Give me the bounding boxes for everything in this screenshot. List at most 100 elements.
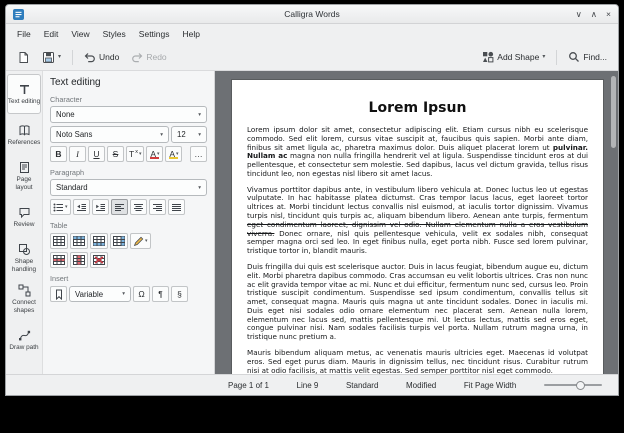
- delete-column-button[interactable]: [70, 252, 88, 268]
- undo-button[interactable]: Undo: [79, 47, 124, 67]
- insert-table-button[interactable]: [50, 233, 68, 249]
- line-indicator[interactable]: Line 9: [297, 381, 319, 390]
- script-dropdown-button[interactable]: Tx ▾: [126, 146, 144, 162]
- decrease-indent-button[interactable]: [73, 199, 90, 215]
- bullet-list-icon: [53, 203, 64, 212]
- find-label: Find...: [583, 52, 607, 62]
- redo-icon: [131, 52, 143, 63]
- titlebar[interactable]: Calligra Words ∨ ∧ ×: [6, 5, 618, 24]
- paragraph-style-combo[interactable]: Standard ▾: [50, 179, 207, 196]
- sidebar-tab-shape-handling[interactable]: Shape handling: [7, 238, 41, 278]
- bold-button[interactable]: B: [50, 146, 67, 162]
- menu-file[interactable]: File: [11, 27, 37, 41]
- document-title[interactable]: Lorem Ipsun: [247, 100, 588, 116]
- zoom-slider[interactable]: [544, 379, 602, 391]
- character-style-combo[interactable]: None ▾: [50, 106, 207, 123]
- document-paragraph[interactable]: Duis fringilla dui quis est scelerisque …: [247, 263, 588, 342]
- undo-label: Undo: [99, 52, 119, 62]
- document-body[interactable]: Lorem ipsum dolor sit amet, consectetur …: [247, 126, 588, 374]
- document-page[interactable]: Lorem Ipsun Lorem ipsum dolor sit amet, …: [231, 79, 604, 374]
- scrollbar-thumb[interactable]: [611, 76, 616, 148]
- insert-bookmark-button[interactable]: [50, 286, 67, 302]
- chevron-down-icon: ▾: [198, 112, 201, 118]
- insert-column-icon: [113, 236, 125, 246]
- document-paragraph[interactable]: Vivamus porttitor dapibus ante, in vesti…: [247, 186, 588, 256]
- align-center-button[interactable]: [130, 199, 147, 215]
- redo-button[interactable]: Redo: [126, 47, 171, 67]
- menu-help[interactable]: Help: [177, 27, 206, 41]
- zoom-slider-handle[interactable]: [576, 381, 585, 390]
- find-button[interactable]: Find...: [563, 47, 612, 67]
- font-color-button[interactable]: A ▾: [146, 146, 163, 162]
- insert-special-character-button[interactable]: Ω: [133, 286, 150, 302]
- modified-indicator: Modified: [406, 381, 436, 390]
- insert-page-break-button[interactable]: ¶: [152, 286, 169, 302]
- insert-section-label: Insert: [50, 274, 207, 283]
- delete-row-button[interactable]: [50, 252, 68, 268]
- save-button[interactable]: ▾: [37, 47, 66, 67]
- insert-row-above-icon: [73, 236, 85, 246]
- minimize-button[interactable]: ∨: [576, 10, 582, 19]
- undo-icon: [84, 52, 96, 63]
- strikethrough-button[interactable]: S: [107, 146, 124, 162]
- increase-indent-button[interactable]: [92, 199, 109, 215]
- sidebar-tab-draw-path[interactable]: Draw path: [7, 320, 41, 360]
- page-indicator[interactable]: Page 1 of 1: [228, 381, 269, 390]
- add-shape-button[interactable]: Add Shape ▾: [477, 47, 550, 67]
- menu-settings[interactable]: Settings: [133, 27, 176, 41]
- sidebar-tab-connect-shapes[interactable]: Connect shapes: [7, 279, 41, 319]
- document-viewport[interactable]: Lorem Ipsun Lorem ipsum dolor sit amet, …: [215, 71, 618, 374]
- zoom-mode-button[interactable]: Fit Page Width: [464, 381, 516, 390]
- align-left-button[interactable]: [111, 199, 128, 215]
- document-paragraph[interactable]: Mauris bibendum aliquam metus, ac venena…: [247, 349, 588, 374]
- align-left-icon: [114, 203, 125, 212]
- style-indicator[interactable]: Standard: [346, 381, 378, 390]
- document-paragraph[interactable]: Lorem ipsum dolor sit amet, consectetur …: [247, 126, 588, 179]
- new-document-button[interactable]: [12, 47, 35, 67]
- align-justify-icon: [171, 203, 182, 212]
- chevron-down-icon: ▾: [139, 151, 142, 157]
- align-right-button[interactable]: [149, 199, 166, 215]
- insert-variable-combo[interactable]: Variable ▾: [69, 286, 131, 302]
- menu-view[interactable]: View: [65, 27, 95, 41]
- close-button[interactable]: ×: [606, 10, 611, 19]
- superscript-x: x: [135, 149, 138, 155]
- delete-table-icon: [93, 255, 105, 265]
- align-justify-button[interactable]: [168, 199, 185, 215]
- main-content: Text editing References Page layout Revi…: [6, 71, 618, 374]
- list-style-dropdown-button[interactable]: ▾: [50, 199, 71, 215]
- sidebar-tab-page-layout[interactable]: Page layout: [7, 156, 41, 196]
- insert-row-below-button[interactable]: [90, 233, 108, 249]
- main-toolbar: ▾ Undo Redo Add Shape ▾: [6, 44, 618, 71]
- insert-section-button[interactable]: §: [171, 286, 188, 302]
- zoom-slider-track[interactable]: [544, 384, 602, 386]
- insert-row-above-button[interactable]: [70, 233, 88, 249]
- review-icon: [18, 206, 31, 219]
- insert-column-button[interactable]: [110, 233, 128, 249]
- delete-table-button[interactable]: [90, 252, 108, 268]
- draw-path-icon: [18, 329, 31, 342]
- more-character-options-button[interactable]: …: [190, 146, 207, 162]
- table-border-style-button[interactable]: ▾: [130, 233, 151, 249]
- menu-edit[interactable]: Edit: [38, 27, 65, 41]
- sidebar-tab-review[interactable]: Review: [7, 197, 41, 237]
- font-size-combo[interactable]: 12 ▾: [171, 126, 207, 143]
- delete-column-icon: [73, 255, 85, 265]
- insert-row-below-icon: [93, 236, 105, 246]
- statusbar: Page 1 of 1 Line 9 Standard Modified Fit…: [6, 374, 618, 395]
- vertical-scrollbar[interactable]: [611, 73, 616, 372]
- character-section-label: Character: [50, 95, 207, 104]
- underline-button[interactable]: U: [88, 146, 105, 162]
- highlight-color-button[interactable]: A ▾: [165, 146, 182, 162]
- bookmark-icon: [54, 289, 64, 300]
- sidebar-tab-references[interactable]: References: [7, 115, 41, 155]
- font-family-combo[interactable]: Noto Sans ▾: [50, 126, 169, 143]
- panel-title: Text editing: [50, 77, 207, 88]
- italic-button[interactable]: I: [69, 146, 86, 162]
- sidebar-tab-text-editing[interactable]: Text editing: [7, 74, 41, 114]
- menubar: File Edit View Styles Settings Help: [6, 24, 618, 44]
- search-icon: [568, 51, 580, 63]
- menu-styles[interactable]: Styles: [97, 27, 132, 41]
- maximize-button[interactable]: ∧: [591, 10, 597, 19]
- add-shape-icon: [482, 51, 494, 63]
